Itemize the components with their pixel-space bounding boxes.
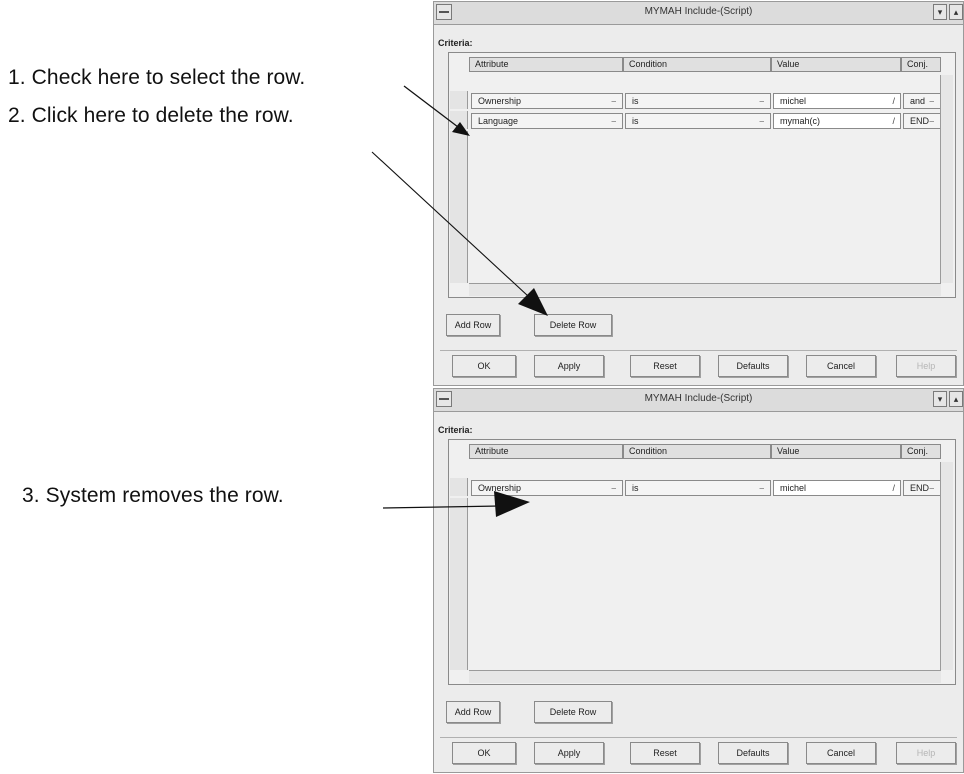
callout-arrows: [371, 85, 548, 517]
arrow-step2: [371, 151, 548, 316]
arrow-step3: [382, 491, 530, 517]
arrow-step1: [403, 85, 470, 136]
